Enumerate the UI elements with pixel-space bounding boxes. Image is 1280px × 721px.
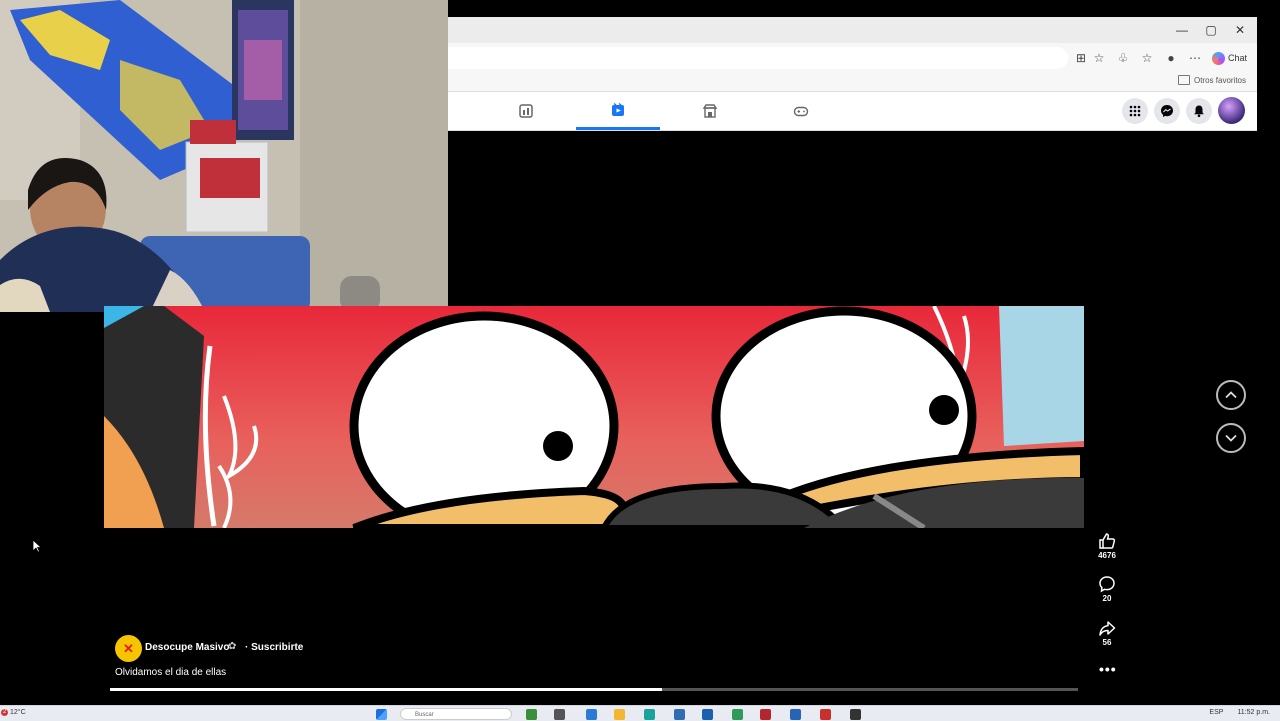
close-button[interactable]: ✕ <box>1230 21 1250 39</box>
app-available-icon[interactable]: ⊞ <box>1074 51 1088 65</box>
cartoon-eyes-image <box>104 306 1084 528</box>
comment-icon <box>1099 576 1115 593</box>
favorites-icon[interactable]: ☆ <box>1140 51 1154 65</box>
comment-count: 20 <box>1102 594 1112 603</box>
video-progress-fill <box>110 688 662 691</box>
bell-icon <box>1194 105 1204 118</box>
taskbar-app-icon[interactable] <box>850 709 861 720</box>
channel-logo-icon: ✕ <box>123 640 134 656</box>
file-explorer-icon[interactable] <box>614 709 625 720</box>
next-reel-button[interactable] <box>1216 423 1246 453</box>
taskbar-app-icon[interactable] <box>820 709 831 720</box>
channel-badge-icon: ✿ <box>228 641 237 652</box>
tab-feeds[interactable] <box>484 92 568 130</box>
tab-video[interactable] <box>576 92 660 130</box>
previous-reel-button[interactable] <box>1216 380 1246 410</box>
video-icon <box>612 102 624 116</box>
taskbar-app-icon[interactable] <box>790 709 801 720</box>
taskbar-app-icon[interactable] <box>760 709 771 720</box>
chevron-up-icon <box>1225 391 1237 399</box>
taskbar-app-icon[interactable] <box>586 709 597 720</box>
like-button[interactable]: 4676 <box>1090 532 1124 560</box>
clock[interactable]: 11:52 p.m. <box>1237 709 1270 716</box>
tab-gaming[interactable] <box>759 92 843 130</box>
messenger-button[interactable] <box>1154 98 1180 124</box>
other-favorites-button[interactable]: Otros favoritos <box>1177 75 1246 85</box>
taskbar-search[interactable]: Buscar <box>400 708 512 720</box>
other-favorites-label: Otros favoritos <box>1193 75 1246 85</box>
start-button[interactable] <box>376 709 387 720</box>
weather-widget[interactable]: 2 12°C <box>1 709 26 716</box>
share-button[interactable]: 56 <box>1090 619 1124 647</box>
apps-grid-icon <box>1129 105 1141 117</box>
more-options-button[interactable]: ••• <box>1099 661 1117 677</box>
notification-badge: 2 <box>1 709 8 716</box>
share-icon <box>1099 621 1116 636</box>
like-count: 4676 <box>1098 551 1116 560</box>
favorites-bar: Otros favoritos <box>448 73 1257 92</box>
video-progress-bar[interactable] <box>110 688 1078 691</box>
address-bar[interactable] <box>448 47 1068 69</box>
copilot-icon <box>1212 51 1225 65</box>
reel-caption: Olvidamos el dia de ellas <box>115 667 227 678</box>
chevron-down-icon <box>1225 434 1237 442</box>
edge-icon[interactable] <box>644 709 655 720</box>
webcam-feed-image <box>0 0 448 312</box>
feeds-icon <box>519 104 533 118</box>
extensions-icon[interactable]: ♧ <box>1116 51 1130 65</box>
address-bar-row: ⊞ ☆ ♧ ☆ ● ⋯ Chat <box>448 43 1257 73</box>
maximize-button[interactable]: ▢ <box>1201 21 1221 39</box>
profile-avatar[interactable] <box>1218 97 1245 124</box>
taskbar-app-icon[interactable] <box>732 709 743 720</box>
facebook-top-nav <box>448 92 1257 131</box>
messenger-icon <box>1161 105 1173 117</box>
marketplace-icon <box>702 104 718 118</box>
language-indicator[interactable]: ESP <box>1209 709 1223 716</box>
share-count: 56 <box>1102 638 1112 647</box>
mouse-cursor-icon <box>32 539 42 553</box>
webcam-overlay <box>0 0 448 312</box>
system-tray: ESP 11:52 p.m. <box>1209 709 1270 716</box>
chat-button[interactable]: Chat <box>1212 49 1247 67</box>
profile-icon[interactable]: ● <box>1164 51 1178 65</box>
menu-button[interactable] <box>1122 98 1148 124</box>
notifications-button[interactable] <box>1186 98 1212 124</box>
folder-icon <box>1177 75 1190 85</box>
channel-avatar[interactable]: ✕ <box>115 635 142 662</box>
title-bar: — ▢ ✕ <box>448 17 1257 43</box>
minimize-button[interactable]: — <box>1172 21 1192 39</box>
reel-video[interactable] <box>104 306 1084 528</box>
tab-marketplace[interactable] <box>668 92 752 130</box>
gaming-icon <box>793 106 809 117</box>
channel-name[interactable]: Desocupe Masivo <box>145 642 229 653</box>
taskbar-app-icon[interactable] <box>702 709 713 720</box>
thumbs-up-icon <box>1099 533 1116 549</box>
windows-taskbar: 2 12°C Buscar ESP 11:52 p.m. <box>0 705 1280 721</box>
taskbar-app-icon[interactable] <box>554 709 565 720</box>
more-menu-icon[interactable]: ⋯ <box>1188 51 1202 65</box>
taskbar-app-icon[interactable] <box>674 709 685 720</box>
subscribe-button[interactable]: · Suscribirte <box>245 642 303 653</box>
comment-button[interactable]: 20 <box>1090 575 1124 603</box>
favorite-star-icon[interactable]: ☆ <box>1092 51 1106 65</box>
chat-label: Chat <box>1228 53 1248 63</box>
taskbar-app-icon[interactable] <box>526 709 537 720</box>
temperature-label: 12°C <box>10 709 26 716</box>
